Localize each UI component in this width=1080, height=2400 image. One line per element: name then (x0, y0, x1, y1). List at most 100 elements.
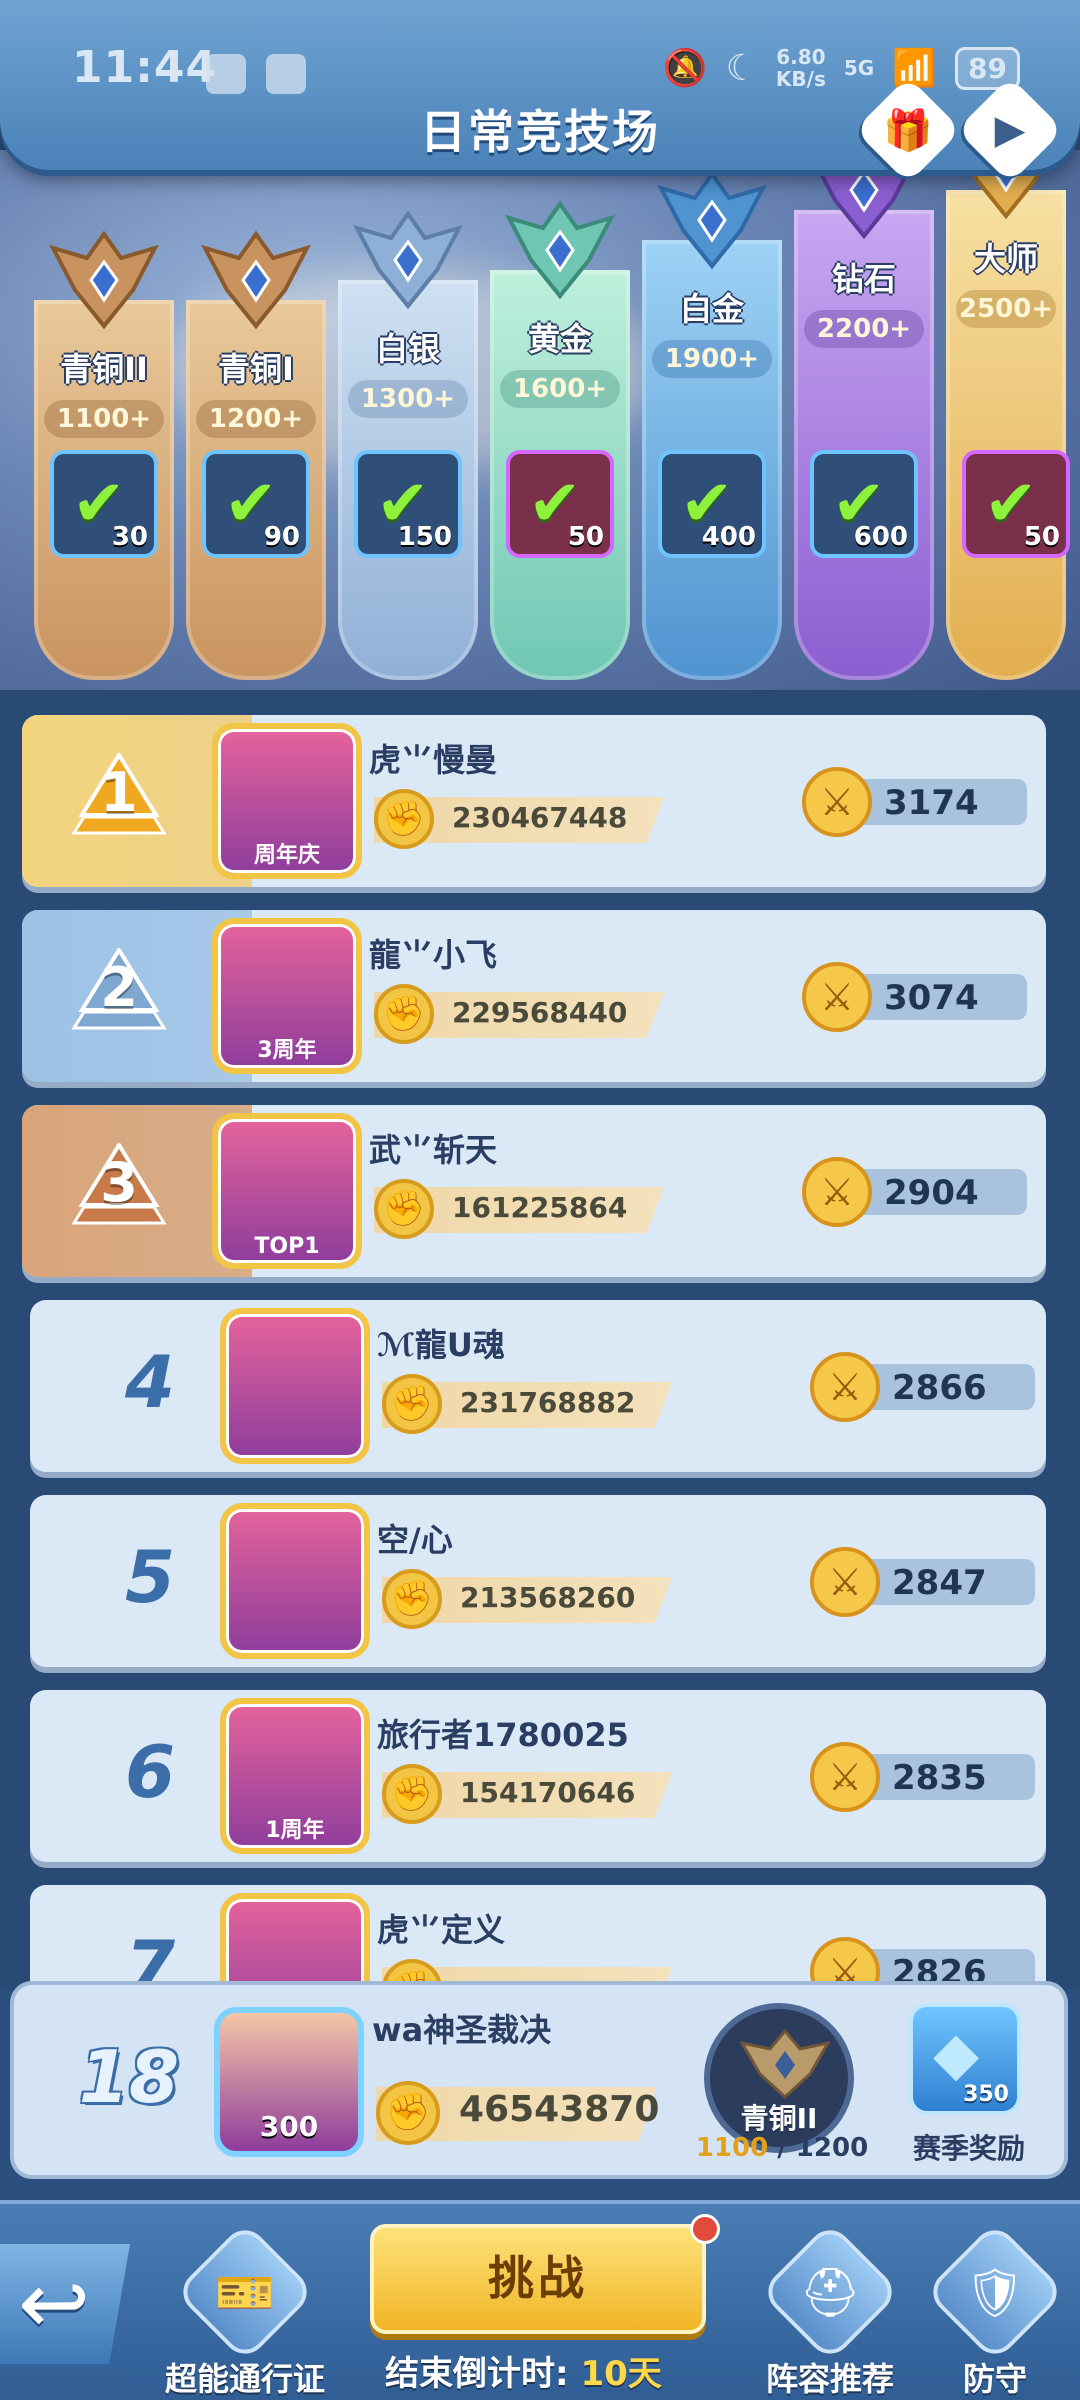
pass-nav-item[interactable]: 🎫 超能通行证 (150, 2221, 340, 2400)
player-avatar[interactable]: 周年庆 (212, 723, 362, 879)
ranking-row[interactable]: 7 虎⺌定义 ✊ ⚔ 2826 (30, 1885, 1046, 1990)
avatar-tag: TOP1 (254, 1234, 320, 1259)
player-name: 虎⺌慢曼 (369, 741, 498, 779)
tier-card-3[interactable]: 白银 1300+ ✔ 150 (338, 210, 478, 680)
tier-reward[interactable]: ✔ 400 (658, 450, 766, 558)
my-rank: 18 (78, 2035, 180, 2119)
player-avatar[interactable] (220, 1893, 370, 1990)
pass-label: 超能通行证 (164, 2360, 325, 2398)
tier-name: 大师 (973, 240, 1038, 278)
crossed-swords-icon: ⚔ (802, 767, 872, 837)
moon-icon: ☾ (725, 47, 758, 89)
ranking-row[interactable]: 6 1周年 旅行者1780025 ✊ 154170646 ⚔ 2835 (30, 1690, 1046, 1862)
tier-reward[interactable]: ✔ 150 (354, 450, 462, 558)
player-avatar[interactable]: 1周年 (220, 1698, 370, 1854)
gift-icon: 🎁 (883, 107, 933, 154)
defense-nav-item[interactable]: 🛡 防守 (920, 2221, 1070, 2400)
ticket-icon: 🎫 (174, 2221, 316, 2363)
app-notification-icon (206, 54, 246, 94)
tier-reward[interactable]: ✔ 50 (506, 450, 614, 558)
player-avatar[interactable] (220, 1503, 370, 1659)
tier-reward[interactable]: ✔ 90 (202, 450, 310, 558)
rank-number: 1 (100, 761, 138, 824)
tier-reward[interactable]: ✔ 50 (962, 450, 1070, 558)
player-avatar[interactable]: TOP1 (212, 1113, 362, 1269)
ranking-row[interactable]: 3 TOP1 武⺌斩天 ✊ 161225864 ⚔ 2904 (22, 1105, 1046, 1277)
crossed-swords-icon: ⚔ (810, 1937, 880, 1990)
avatar-tag: 3周年 (257, 1038, 317, 1063)
ranking-row[interactable]: 1 周年庆 虎⺌慢曼 ✊ 230467448 ⚔ 3174 (22, 715, 1046, 887)
rank-number: 2 (100, 956, 138, 1019)
tier-card-2[interactable]: 青铜I 1200+ ✔ 90 (186, 230, 326, 680)
tier-reward[interactable]: ✔ 30 (50, 450, 158, 558)
power-value: 161225864 (452, 1191, 628, 1224)
tier-name: 白银 (375, 330, 440, 368)
my-ranking-row[interactable]: 18 300 wa神圣裁决 ✊ 46543870 青铜II 1100 / 120… (14, 1985, 1064, 2175)
ranking-list[interactable]: 1 周年庆 虎⺌慢曼 ✊ 230467448 ⚔ 3174 2 3周年 龍⺌小飞… (0, 690, 1080, 1990)
player-name: 虎⺌定义 (377, 1911, 506, 1949)
season-reward-button[interactable]: ◆ 350 (909, 2003, 1021, 2115)
season-reward-count: 350 (963, 2082, 1009, 2107)
season-reward-label: 赛季奖励 (912, 2132, 1025, 2165)
crossed-swords-icon: ⚔ (810, 1742, 880, 1812)
rank-number: 7 (124, 1925, 176, 1990)
wifi-icon: 📶 (892, 48, 938, 89)
rank-medal-icon: 1 (64, 753, 174, 849)
ranking-row[interactable]: 2 3周年 龍⺌小飞 ✊ 229568440 ⚔ 3074 (22, 910, 1046, 1082)
arena-score: 2904 (884, 1173, 979, 1213)
tier-reward[interactable]: ✔ 600 (810, 450, 918, 558)
tier-reward-count: 150 (397, 522, 452, 552)
back-button[interactable]: ↩ (0, 2244, 130, 2364)
network-type: 5G (843, 56, 875, 80)
crossed-swords-icon: ⚔ (802, 1157, 872, 1227)
lineup-label: 阵容推荐 (765, 2360, 894, 2398)
lineup-nav-item[interactable]: ⛑ 阵容推荐 (745, 2221, 915, 2400)
power-value: 229568440 (452, 996, 628, 1029)
my-tier-name: 青铜II (740, 2102, 818, 2135)
shield-icon: 🛡 (924, 2221, 1066, 2363)
tier-reward-count: 400 (701, 522, 756, 552)
rank-number: 6 (124, 1730, 176, 1814)
tier-emblem-icon (49, 230, 159, 330)
arena-score: 2866 (892, 1368, 987, 1408)
avatar-tag: 周年庆 (253, 843, 320, 868)
countdown-prefix: 结束倒计时: (385, 2354, 569, 2394)
countdown: 结束倒计时: 10天 (385, 2346, 662, 2395)
tier-name: 青铜I (218, 350, 294, 388)
my-tier-sep: / (768, 2133, 796, 2163)
challenge-button[interactable]: 挑战 (370, 2224, 706, 2334)
rank-number: 3 (100, 1151, 138, 1214)
tier-score: 1200+ (196, 400, 316, 438)
crossed-swords-icon: ⚔ (802, 962, 872, 1032)
tier-card-4[interactable]: 黄金 1600+ ✔ 50 (490, 200, 630, 680)
player-avatar[interactable]: 3周年 (212, 918, 362, 1074)
tier-reward-count: 90 (263, 522, 300, 552)
tier-card-6[interactable]: 钻石 2200+ ✔ 600 (794, 140, 934, 680)
tier-score: 1600+ (500, 370, 620, 408)
player-name: 武⺌斩天 (369, 1131, 498, 1169)
fist-icon: ✊ (374, 789, 434, 849)
video-icon: ▶ (994, 107, 1026, 153)
arena-score: 2847 (892, 1563, 987, 1603)
video-button[interactable]: ▶ (956, 76, 1064, 184)
ranking-row[interactable]: 4 ℳ龍ᑌ魂 ✊ 231768882 ⚔ 2866 (30, 1300, 1046, 1472)
notification-dot (690, 2214, 720, 2244)
player-avatar[interactable] (220, 1308, 370, 1464)
ranking-row[interactable]: 5 空/心 ✊ 213568260 ⚔ 2847 (30, 1495, 1046, 1667)
net-speed-value: 6.80 (776, 45, 826, 69)
my-player-name: wa神圣裁决 (372, 2011, 552, 2049)
my-avatar[interactable]: 300 (214, 2007, 364, 2157)
gift-button[interactable]: 🎁 (854, 76, 962, 184)
tier-card-5[interactable]: 白金 1900+ ✔ 400 (642, 170, 782, 680)
diamond-icon: ◆ (933, 2019, 980, 2089)
arena-score: 3174 (884, 783, 979, 823)
player-name: 旅行者1780025 (377, 1716, 629, 1754)
net-speed-unit: KB/s (775, 67, 826, 91)
rank-number: 5 (124, 1535, 176, 1619)
tier-card-7[interactable]: 大师 2500+ ✔ 50 (946, 120, 1070, 680)
tier-score: 2200+ (804, 310, 924, 348)
my-tier-progress: 1100 / 1200 (682, 2133, 882, 2163)
my-power-value: 46543870 (459, 2089, 660, 2130)
fist-icon: ✊ (382, 1374, 442, 1434)
tier-card-1[interactable]: 青铜II 1100+ ✔ 30 (34, 230, 174, 680)
